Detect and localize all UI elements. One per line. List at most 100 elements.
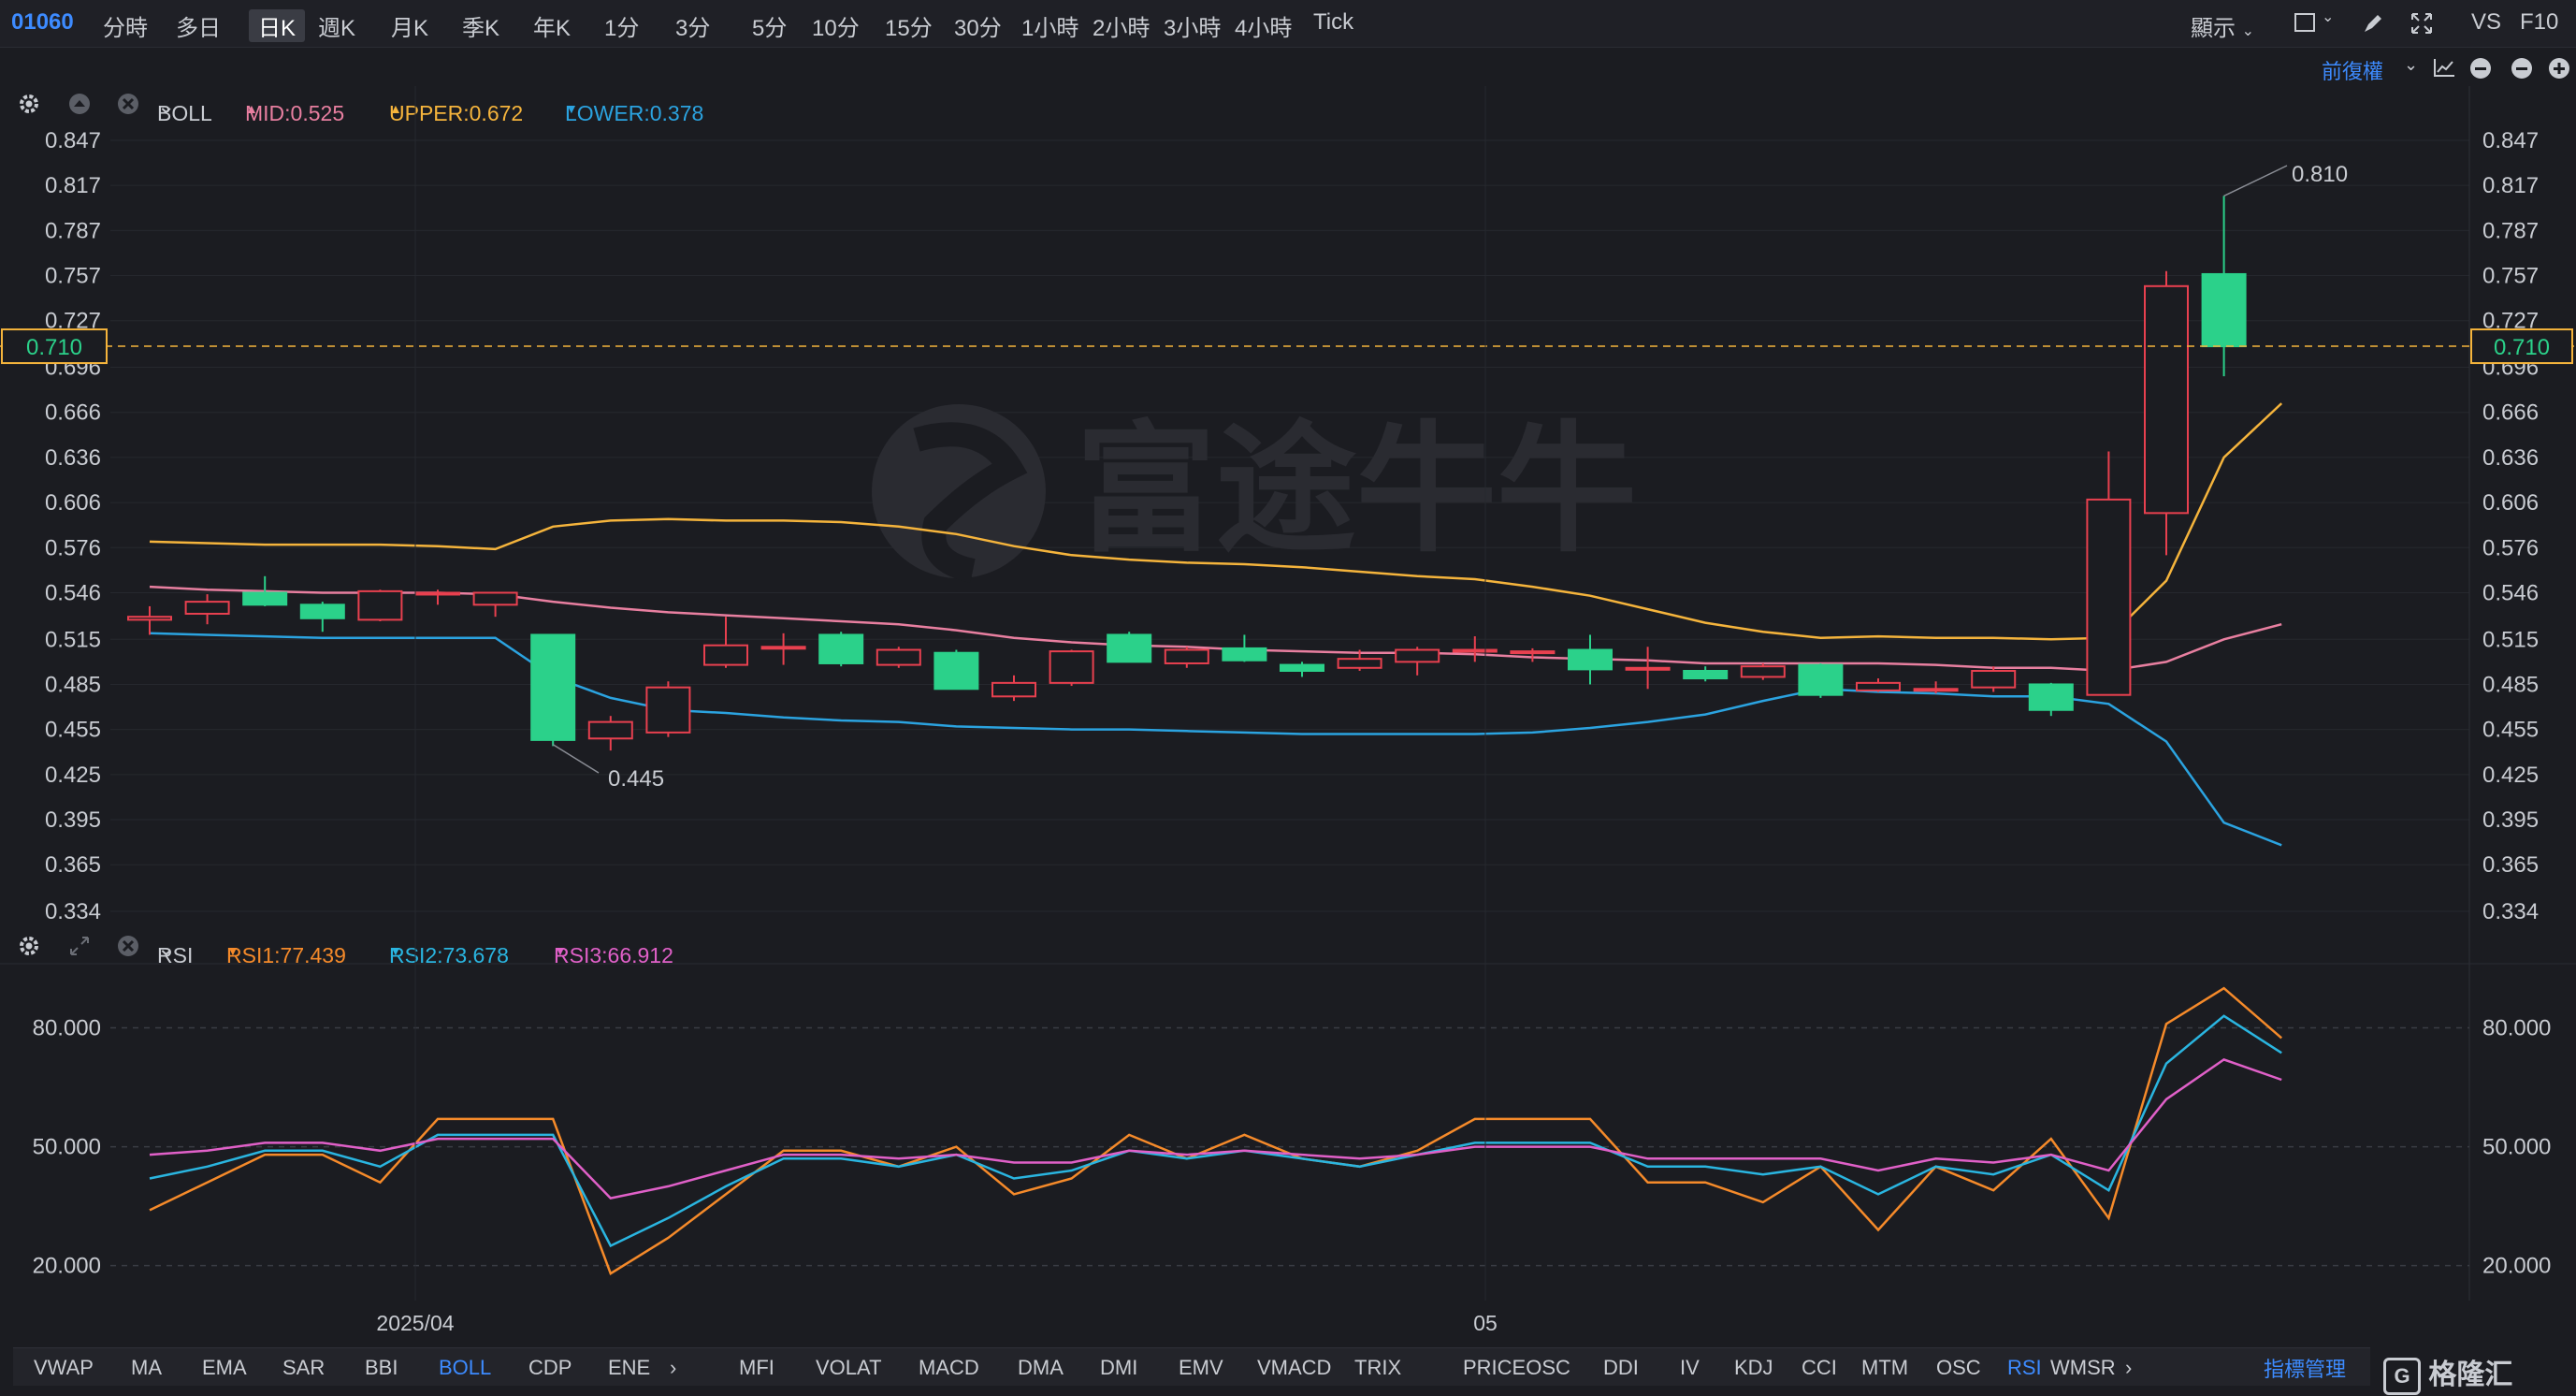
price-tick-left: 0.666 [45, 400, 101, 426]
candle-body [242, 591, 288, 606]
rsi-tick-left: 20.000 [33, 1254, 101, 1279]
rsi-tick-right: 50.000 [2482, 1135, 2551, 1160]
candle-body [1625, 666, 1671, 671]
candle-body [127, 616, 172, 621]
indicator-item-15[interactable]: VMACD [1257, 1356, 1331, 1380]
indicator-item-4[interactable]: BBI [365, 1356, 398, 1380]
price-tick-right: 0.666 [2482, 400, 2539, 426]
candle-body [184, 601, 230, 615]
indicator-item-19[interactable]: IV [1680, 1356, 1700, 1380]
rsi2-line [149, 1014, 2282, 1248]
candle-body [1164, 648, 1209, 664]
indicator-item-13[interactable]: DMI [1100, 1356, 1137, 1380]
candle-body [1337, 658, 1382, 669]
candle-body [1049, 650, 1094, 684]
price-tick-right: 0.636 [2482, 445, 2539, 471]
indicator-item-9[interactable]: MFI [739, 1356, 774, 1380]
price-tick-left: 0.395 [45, 807, 101, 833]
indicator-item-17[interactable]: PRICEOSC [1463, 1356, 1570, 1380]
candle-body [1740, 665, 1786, 678]
rsi-tick-right: 80.000 [2482, 1016, 2551, 1041]
candle-body [1452, 648, 1498, 653]
price-tick-right: 0.425 [2482, 763, 2539, 788]
price-tick-left: 0.546 [45, 580, 101, 605]
price-tick-right: 0.485 [2482, 672, 2539, 697]
price-tick-right: 0.455 [2482, 718, 2539, 743]
candle-body [876, 648, 921, 666]
indicator-item-25[interactable]: WMSR [2050, 1356, 2116, 1380]
price-tick-left: 0.757 [45, 264, 101, 289]
price-tick-right: 0.817 [2482, 173, 2539, 198]
candle-body [530, 633, 576, 741]
candle-body [1798, 663, 1844, 696]
indicator-item-18[interactable]: DDI [1603, 1356, 1639, 1380]
rsi1-line [149, 986, 2283, 1275]
high-leader [2223, 165, 2288, 197]
indicator-item-5[interactable]: BOLL [439, 1356, 491, 1380]
indicator-item-24[interactable]: RSI [2007, 1356, 2042, 1380]
current-price-label-left: 0.710 [26, 335, 82, 360]
indicator-item-1[interactable]: MA [131, 1356, 162, 1380]
watermark: 富途牛牛 [872, 404, 1637, 583]
price-tick-left: 0.787 [45, 218, 101, 243]
candle-body [1913, 688, 1959, 692]
indicator-item-10[interactable]: VOLAT [816, 1356, 882, 1380]
price-tick-left: 0.606 [45, 490, 101, 516]
indicator-item-6[interactable]: CDP [528, 1356, 572, 1380]
indicator-item-16[interactable]: TRIX [1354, 1356, 1401, 1380]
candle-body [1510, 650, 1556, 655]
price-tick-right: 0.334 [2482, 899, 2539, 924]
price-tick-right: 0.515 [2482, 627, 2539, 652]
price-tick-left: 0.455 [45, 718, 101, 743]
indicator-item-21[interactable]: CCI [1802, 1356, 1837, 1380]
price-tick-left: 0.636 [45, 445, 101, 471]
candle-body [472, 591, 518, 606]
rsi-tick-right: 20.000 [2482, 1254, 2551, 1279]
rsi-tick-left: 80.000 [33, 1016, 101, 1041]
indicator-item-26[interactable]: › [2125, 1356, 2132, 1380]
indicator-bar: VWAP MA EMA SAR BBI BOLL CDP ENE › MFI VOLAT MACD DM… [13, 1347, 2370, 1386]
candle-body [1222, 647, 1267, 662]
indicator-item-7[interactable]: ENE [608, 1356, 650, 1380]
price-axis-right: 0.8470.8170.7870.7570.7270.6960.6660.636… [2482, 128, 2539, 924]
price-tick-right: 0.546 [2482, 580, 2539, 605]
price-tick-left: 0.515 [45, 627, 101, 652]
candle-body [818, 633, 864, 664]
candle-body [1683, 670, 1729, 680]
indicator-item-8[interactable]: › [670, 1356, 676, 1380]
indicator-manage-button[interactable]: 指標管理 [2264, 1353, 2346, 1383]
candle-body [2028, 683, 2074, 711]
watermark-text: 富途牛牛 [1076, 411, 1637, 568]
price-tick-right: 0.365 [2482, 852, 2539, 878]
price-tick-left: 0.365 [45, 852, 101, 878]
indicator-item-3[interactable]: SAR [282, 1356, 325, 1380]
date-label: 2025/04 [376, 1311, 454, 1335]
boll-mid-line [149, 585, 2282, 673]
indicator-item-0[interactable]: VWAP [34, 1356, 94, 1380]
low-leader [552, 744, 600, 774]
indicator-item-2[interactable]: EMA [202, 1356, 247, 1380]
candle-body [703, 644, 748, 666]
price-tick-left: 0.425 [45, 763, 101, 788]
candle-body [415, 591, 460, 596]
price-tick-right: 0.847 [2482, 128, 2539, 153]
indicator-item-23[interactable]: OSC [1936, 1356, 1981, 1380]
indicator-item-20[interactable]: KDJ [1734, 1356, 1773, 1380]
candle-body [645, 686, 691, 734]
candle-body [1395, 648, 1440, 663]
candle-body [2086, 498, 2132, 696]
brand-text: 格隆汇 [2428, 1360, 2513, 1390]
indicator-item-12[interactable]: DMA [1018, 1356, 1064, 1380]
indicator-item-11[interactable]: MACD [919, 1356, 979, 1380]
current-price-line: 0.710 0.710 [0, 328, 2576, 365]
low-annotation: 0.445 [608, 766, 664, 792]
candle-body [1107, 633, 1152, 663]
price-tick-left: 0.485 [45, 672, 101, 697]
boll-lower-line [149, 632, 2282, 847]
price-tick-right: 0.606 [2482, 490, 2539, 516]
candle-body [1971, 670, 2017, 689]
indicator-item-22[interactable]: MTM [1861, 1356, 1908, 1380]
current-price-label-right: 0.710 [2494, 335, 2550, 360]
indicator-item-14[interactable]: EMV [1179, 1356, 1223, 1380]
kline-chart[interactable]: 富途牛牛 0.8470.8170.7870.7570.7270.6960.666… [0, 0, 2576, 1347]
